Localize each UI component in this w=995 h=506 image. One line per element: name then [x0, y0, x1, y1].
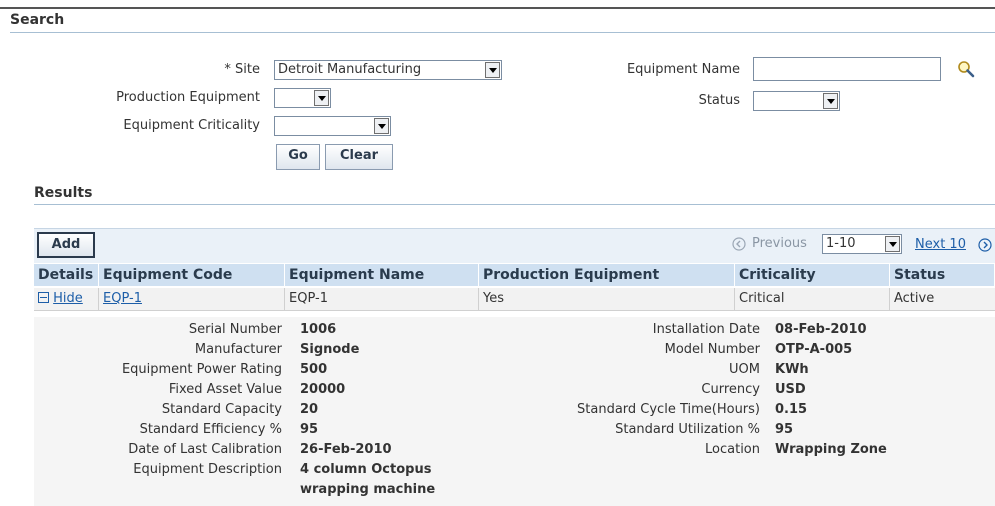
row-name-cell: EQP-1 [285, 288, 479, 311]
go-button[interactable]: Go [276, 144, 320, 170]
detail-label: Date of Last Calibration [128, 442, 282, 457]
col-equipment-code: Equipment Code [99, 264, 285, 286]
detail-label: Equipment Power Rating [121, 362, 282, 377]
site-label: * Site [224, 62, 260, 77]
clear-button[interactable]: Clear [325, 144, 393, 170]
row-details-cell: Hide [34, 288, 99, 311]
detail-value: 0.15 [775, 402, 808, 417]
chevron-down-icon[interactable] [314, 90, 329, 106]
detail-value: USD [775, 382, 806, 397]
detail-label: Installation Date [652, 322, 760, 337]
results-section-title: Results [34, 185, 93, 201]
detail-value: 95 [775, 422, 794, 437]
detail-value: 26-Feb-2010 [300, 442, 392, 457]
status-select[interactable] [753, 91, 840, 111]
col-equipment-name: Equipment Name [285, 264, 479, 286]
top-border [0, 7, 995, 9]
next-icon[interactable] [978, 238, 992, 252]
detail-left-values: 1006 Signode 500 20000 20 95 26-Feb-2010… [300, 320, 500, 500]
detail-value: 1006 [300, 322, 337, 337]
detail-label: Currency [701, 382, 760, 397]
previous-label: Previous [752, 236, 807, 251]
col-details: Details [34, 264, 99, 286]
detail-label: Manufacturer [194, 342, 282, 357]
previous-icon [732, 237, 746, 251]
detail-label: Model Number [664, 342, 760, 357]
detail-value: KWh [775, 362, 809, 377]
search-section-title: Search [10, 12, 65, 28]
detail-label: Standard Capacity [161, 402, 282, 417]
equipment-name-input[interactable] [753, 57, 941, 81]
collapse-icon[interactable] [38, 292, 49, 303]
detail-label: Standard Cycle Time(Hours) [577, 402, 760, 417]
equipment-name-label: Equipment Name [626, 62, 740, 77]
chevron-down-icon[interactable] [374, 118, 389, 134]
col-status: Status [890, 264, 995, 286]
detail-label: Location [705, 442, 760, 457]
detail-value-continued: wrapping machine [300, 482, 436, 497]
range-select[interactable]: 1-10 [822, 234, 902, 254]
detail-label: Standard Efficiency % [139, 422, 282, 437]
detail-label: Equipment Description [133, 462, 282, 477]
detail-right-values: 08-Feb-2010 OTP-A-005 KWh USD 0.15 95 Wr… [775, 320, 990, 460]
results-section-divider [34, 204, 995, 205]
detail-value: 20 [300, 402, 319, 417]
equipment-code-link[interactable]: EQP-1 [103, 291, 142, 306]
criticality-select[interactable] [274, 116, 391, 136]
row-production-cell: Yes [479, 288, 735, 311]
hide-link[interactable]: Hide [53, 291, 83, 306]
chevron-down-icon[interactable] [823, 93, 838, 109]
detail-value: Wrapping Zone [775, 442, 887, 457]
detail-value: 500 [300, 362, 328, 377]
detail-value: OTP-A-005 [775, 342, 853, 357]
site-select[interactable]: Detroit Manufacturing [274, 60, 502, 80]
detail-left-labels: Serial Number Manufacturer Equipment Pow… [60, 320, 282, 480]
row-code-cell: EQP-1 [99, 288, 285, 311]
magnifier-icon[interactable] [957, 60, 975, 78]
detail-value: Signode [300, 342, 360, 357]
site-select-value: Detroit Manufacturing [278, 62, 422, 77]
criticality-label: Equipment Criticality [123, 118, 260, 133]
next-link[interactable]: Next 10 [915, 237, 966, 252]
detail-value: 08-Feb-2010 [775, 322, 867, 337]
row-status-cell: Active [890, 288, 995, 311]
status-label: Status [698, 93, 740, 108]
row-criticality-cell: Critical [735, 288, 890, 311]
detail-right-labels: Installation Date Model Number UOM Curre… [500, 320, 760, 460]
detail-label: Fixed Asset Value [168, 382, 282, 397]
range-value: 1-10 [826, 236, 856, 251]
production-equipment-select[interactable] [274, 88, 331, 108]
col-criticality: Criticality [735, 264, 890, 286]
col-production-equipment: Production Equipment [479, 264, 735, 286]
detail-value: 20000 [300, 382, 346, 397]
detail-label: UOM [729, 362, 760, 377]
add-button[interactable]: Add [37, 232, 95, 258]
chevron-down-icon[interactable] [885, 236, 900, 252]
search-section-divider [10, 32, 995, 33]
production-equipment-label: Production Equipment [116, 90, 260, 105]
detail-value: 4 column Octopus [300, 462, 432, 477]
detail-label: Standard Utilization % [615, 422, 760, 437]
chevron-down-icon[interactable] [485, 62, 500, 78]
detail-label: Serial Number [188, 322, 282, 337]
detail-value: 95 [300, 422, 319, 437]
